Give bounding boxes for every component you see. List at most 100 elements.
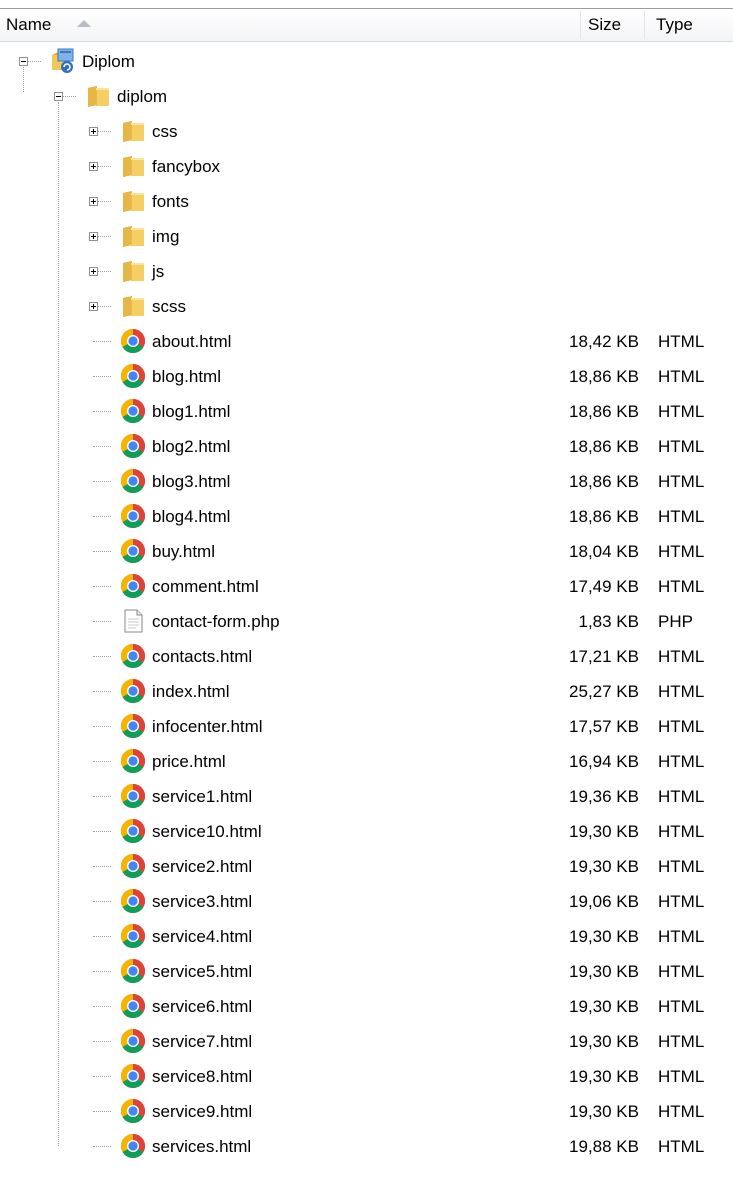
tree-item-folder[interactable]: img [0, 219, 733, 254]
tree-connector [98, 271, 111, 272]
expand-icon[interactable] [89, 267, 98, 276]
column-header-type[interactable]: Type [656, 9, 693, 41]
item-size: 19,88 KB [569, 1137, 639, 1156]
chrome-icon [120, 643, 146, 669]
tree-item-file[interactable]: service10.html 19,30 KB HTML [0, 814, 733, 849]
tree-item-file[interactable]: blog2.html 18,86 KB HTML [0, 429, 733, 464]
tree-item-root[interactable]: Diplom [0, 44, 733, 79]
folder-icon [120, 153, 146, 179]
tree-item-folder[interactable]: css [0, 114, 733, 149]
item-type: HTML [658, 682, 705, 701]
chrome-icon [120, 923, 146, 949]
item-name: scss [152, 297, 186, 316]
item-type: HTML [658, 787, 705, 806]
folder-icon [120, 258, 146, 284]
item-size: 19,06 KB [569, 892, 639, 911]
tree-item-file[interactable]: buy.html 18,04 KB HTML [0, 534, 733, 569]
tree-item-file[interactable]: services.html 19,88 KB HTML [0, 1129, 733, 1164]
tree-item-file[interactable]: service2.html 19,30 KB HTML [0, 849, 733, 884]
tree-item-file[interactable]: comment.html 17,49 KB HTML [0, 569, 733, 604]
collapse-icon[interactable] [19, 57, 28, 66]
expand-icon[interactable] [89, 302, 98, 311]
item-size: 25,27 KB [569, 682, 639, 701]
tree-item-file[interactable]: blog4.html 18,86 KB HTML [0, 499, 733, 534]
tree-item-folder[interactable]: fancybox [0, 149, 733, 184]
tree-item-file[interactable]: service8.html 19,30 KB HTML [0, 1059, 733, 1094]
expand-icon[interactable] [89, 162, 98, 171]
chrome-icon [120, 1098, 146, 1124]
tree-connector [93, 866, 111, 867]
tree-connector [93, 691, 111, 692]
tree-item-file[interactable]: blog1.html 18,86 KB HTML [0, 394, 733, 429]
item-name: blog.html [152, 367, 221, 386]
tree-item-file[interactable]: price.html 16,94 KB HTML [0, 744, 733, 779]
item-name: service9.html [152, 1102, 253, 1121]
tree-connector [93, 726, 111, 727]
expand-icon[interactable] [89, 127, 98, 136]
item-name: service3.html [152, 892, 253, 911]
tree-item-file[interactable]: index.html 25,27 KB HTML [0, 674, 733, 709]
item-size: 16,94 KB [569, 752, 639, 771]
tree-connector [93, 446, 111, 447]
column-header: Name Size Type [0, 0, 733, 42]
item-name: contact-form.php [152, 612, 280, 631]
column-divider[interactable] [580, 11, 581, 39]
item-type: HTML [658, 507, 705, 526]
column-header-name[interactable]: Name [6, 9, 92, 41]
tree-item-file[interactable]: contact-form.php 1,83 KB PHP [0, 604, 733, 639]
item-name: service6.html [152, 997, 253, 1016]
tree-item-folder[interactable]: js [0, 254, 733, 289]
tree-item-file[interactable]: about.html 18,42 KB HTML [0, 324, 733, 359]
tree-connector [98, 306, 111, 307]
item-type: HTML [658, 822, 705, 841]
tree-item-file[interactable]: infocenter.html 17,57 KB HTML [0, 709, 733, 744]
chrome-icon [120, 363, 146, 389]
item-name: service7.html [152, 1032, 253, 1051]
tree-item-file[interactable]: blog.html 18,86 KB HTML [0, 359, 733, 394]
tree-item-folder[interactable]: fonts [0, 184, 733, 219]
item-size: 18,42 KB [569, 332, 639, 351]
tree-item-file[interactable]: service3.html 19,06 KB HTML [0, 884, 733, 919]
tree-item-file[interactable]: service5.html 19,30 KB HTML [0, 954, 733, 989]
tree-item-file[interactable]: service7.html 19,30 KB HTML [0, 1024, 733, 1059]
tree-item-file[interactable]: service6.html 19,30 KB HTML [0, 989, 733, 1024]
tree-connector [93, 376, 111, 377]
chrome-icon [120, 678, 146, 704]
item-name: services.html [152, 1137, 252, 1156]
item-size: 18,86 KB [569, 472, 639, 491]
collapse-icon[interactable] [54, 92, 63, 101]
tree-item-folder[interactable]: diplom [0, 79, 733, 114]
column-divider[interactable] [644, 11, 645, 39]
item-type: HTML [658, 1102, 705, 1121]
tree-item-file[interactable]: service4.html 19,30 KB HTML [0, 919, 733, 954]
item-name: fancybox [152, 157, 221, 176]
item-name: service8.html [152, 1067, 253, 1086]
chrome-icon [120, 328, 146, 354]
tree-item-file[interactable]: service1.html 19,36 KB HTML [0, 779, 733, 814]
item-size: 19,30 KB [569, 822, 639, 841]
chrome-icon [120, 958, 146, 984]
column-header-size[interactable]: Size [588, 9, 621, 41]
expand-icon[interactable] [89, 197, 98, 206]
tree-connector [93, 656, 111, 657]
tree-item-file[interactable]: blog3.html 18,86 KB HTML [0, 464, 733, 499]
tree-item-file[interactable]: service9.html 19,30 KB HTML [0, 1094, 733, 1129]
tree-connector [93, 936, 111, 937]
item-size: 18,86 KB [569, 507, 639, 526]
item-name: service4.html [152, 927, 253, 946]
column-header-name-label: Name [6, 15, 52, 34]
folder-icon [120, 118, 146, 144]
tree-item-folder[interactable]: scss [0, 289, 733, 324]
item-size: 17,21 KB [569, 647, 639, 666]
chrome-icon [120, 853, 146, 879]
tree-connector [93, 1041, 111, 1042]
tree-connector [93, 1146, 111, 1147]
item-type: HTML [658, 892, 705, 911]
expand-icon[interactable] [89, 232, 98, 241]
item-size: 19,30 KB [569, 1102, 639, 1121]
chrome-icon [120, 573, 146, 599]
tree-item-file[interactable]: contacts.html 17,21 KB HTML [0, 639, 733, 674]
item-name: blog2.html [152, 437, 231, 456]
tree-connector [93, 516, 111, 517]
item-name: css [152, 122, 178, 141]
